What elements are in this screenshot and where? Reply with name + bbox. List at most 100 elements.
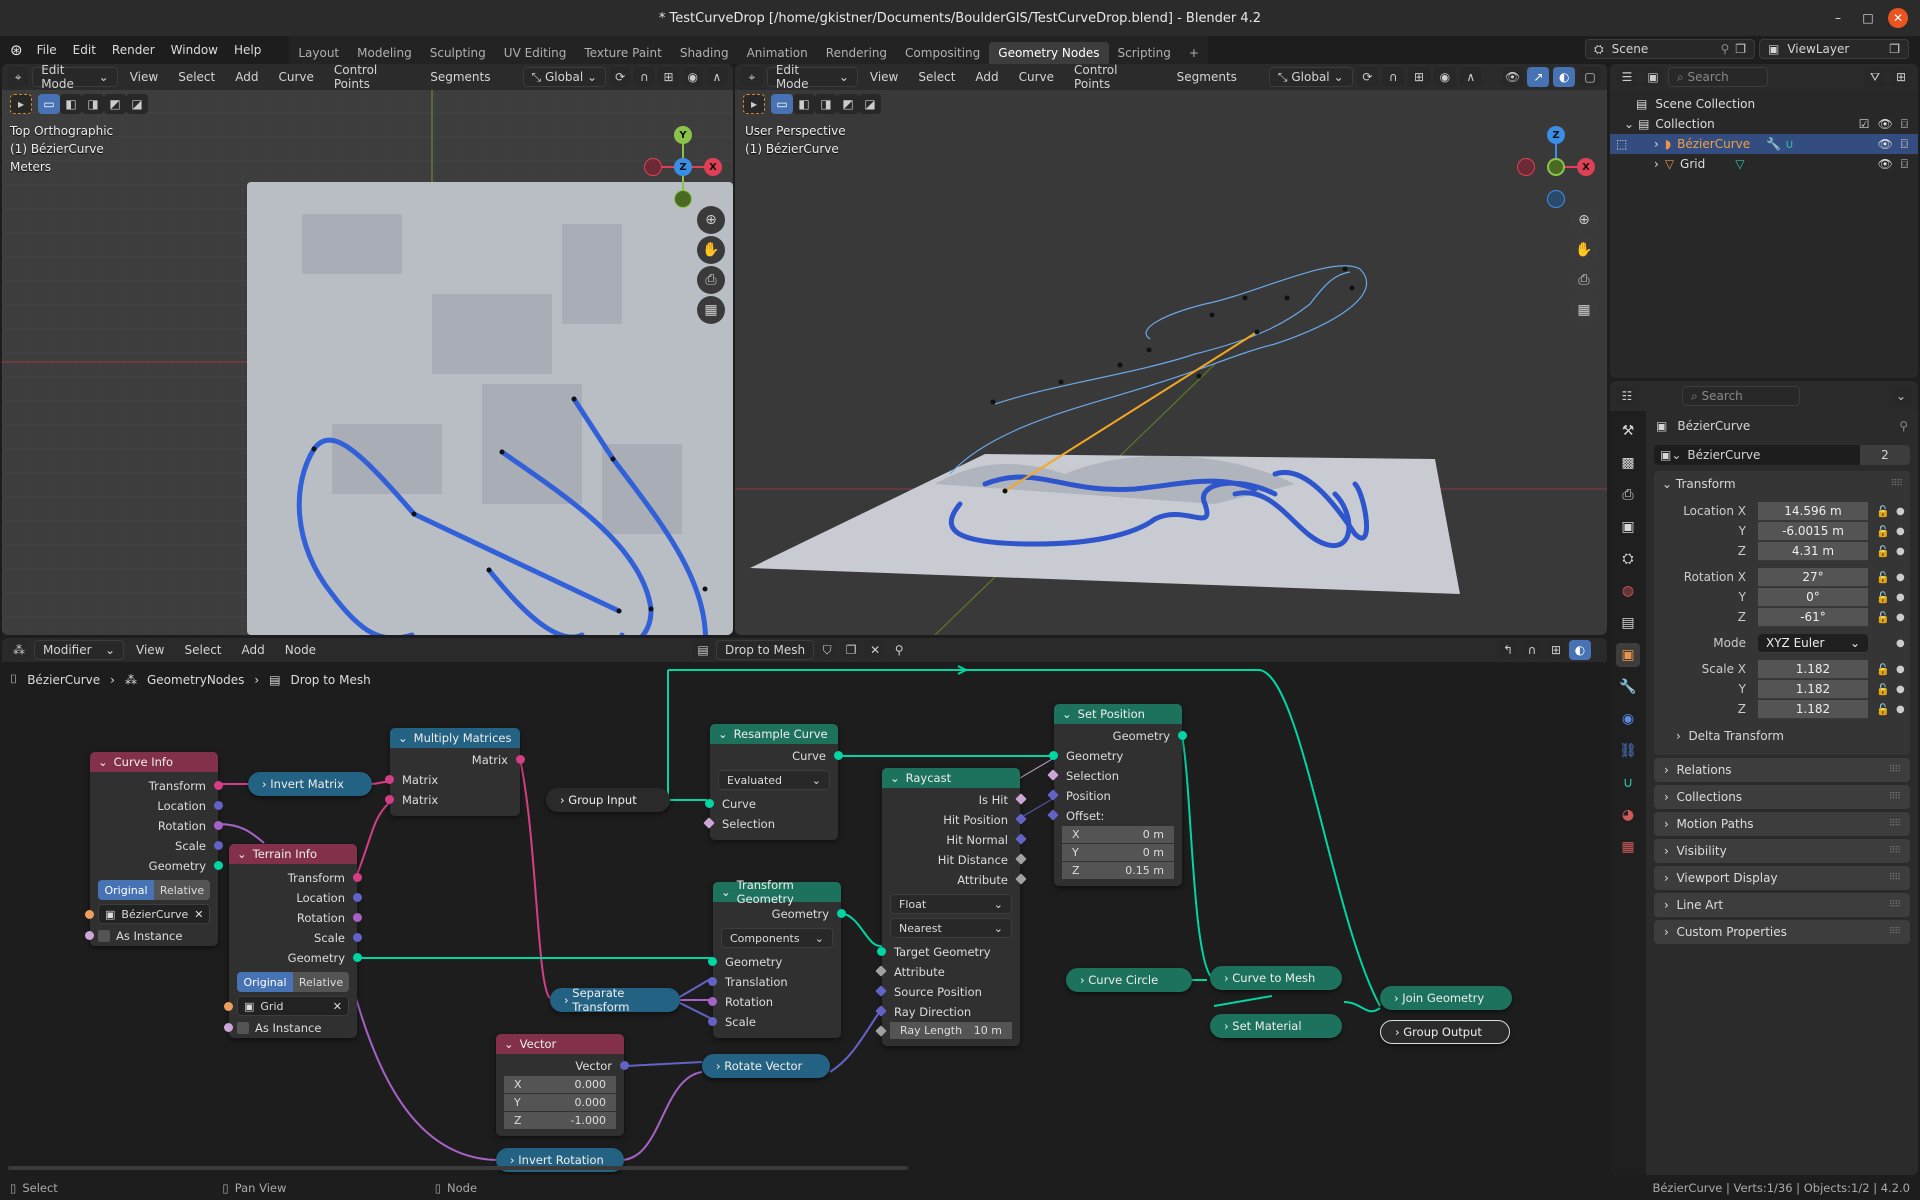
tab-uv-editing[interactable]: UV Editing [495,42,576,64]
keyframe-dot-icon[interactable]: ● [1896,506,1906,517]
rotation-y-field[interactable]: 0° [1758,587,1868,607]
tab-rendering[interactable]: Rendering [817,42,896,64]
select-subtract-icon[interactable]: ◨ [82,94,104,114]
physics-tab-icon[interactable]: ◉ [1616,707,1640,731]
node-rotate-vector[interactable]: › Rotate Vector [702,1054,830,1078]
expand-icon[interactable]: › [716,1059,724,1073]
eye-icon[interactable]: 👁 [1878,157,1893,172]
lock-icon[interactable]: 🔓 [1876,525,1896,538]
tab-shading[interactable]: Shading [671,42,738,64]
pivot-icon[interactable]: ⟳ [610,67,631,87]
drag-handle-icon[interactable]: ⠿⠿ [1889,792,1901,802]
collapse-icon[interactable]: ⌄ [890,771,900,785]
scale-x-field[interactable]: 1.182 [1758,659,1868,679]
node-curve-circle[interactable]: › Curve Circle [1066,968,1192,992]
socket-dot[interactable] [214,841,223,850]
proportional-edit-icon[interactable]: ◉ [1434,67,1456,87]
keyframe-dot-icon[interactable]: ● [1896,526,1906,537]
tab-layout[interactable]: Layout [289,42,348,64]
gizmo-x[interactable]: X [1577,158,1595,176]
keyframe-dot-icon[interactable]: ● [1896,684,1906,695]
render-camera-icon[interactable]: ⌼ [1901,137,1908,152]
orientation-selector[interactable]: ⤡ Global ⌄ [1268,67,1353,87]
select-new-icon[interactable]: ▭ [771,94,793,114]
select-intersect-icon[interactable]: ◪ [859,94,881,114]
tab-modeling[interactable]: Modeling [348,42,421,64]
menu-help[interactable]: Help [226,43,269,57]
falloff-icon[interactable]: ∧ [706,67,728,87]
pin-icon[interactable]: ⚲ [1720,42,1729,56]
camera-icon[interactable]: ⎙ [1570,266,1598,294]
keyframe-dot-icon[interactable]: ● [1896,572,1906,583]
relative-toggle[interactable]: Relative [293,972,349,992]
filter-icon[interactable]: ⛛ [1864,67,1886,87]
texture-tab-icon[interactable]: ▦ [1616,835,1640,859]
menu-add[interactable]: Add [227,67,266,87]
socket-dot[interactable] [705,799,714,808]
vector-y-field[interactable]: Y 0.000 [504,1094,616,1112]
ray-length-field[interactable]: Ray Length 10 m [875,1022,1012,1040]
material-tab-icon[interactable]: ◕ [1616,803,1640,827]
collapse-icon[interactable]: ⌄ [398,731,408,745]
display-mode-icon[interactable]: ☰ [1616,67,1638,87]
menu-file[interactable]: File [29,43,65,57]
location-y-field[interactable]: -6.0015 m [1758,521,1868,541]
menu-render[interactable]: Render [104,43,163,57]
location-z-field[interactable]: 4.31 m [1758,541,1868,561]
socket-dot[interactable] [214,821,223,830]
scale-z-field[interactable]: 1.182 [1758,699,1868,719]
resample-mode-dropdown[interactable]: Evaluated ⌄ [718,770,830,790]
clear-icon[interactable]: ✕ [333,1000,342,1013]
pan-hand-icon[interactable]: ✋ [1570,236,1598,264]
datablock-field[interactable]: ▣⌄ BézierCurve 2 [1654,445,1910,465]
menu-select[interactable]: Select [910,67,963,87]
gizmo-neg-z[interactable] [1547,190,1565,208]
tab-geometry-nodes[interactable]: Geometry Nodes [989,42,1109,64]
transform-panel-header[interactable]: ⌄ Transform ⠿⠿ [1654,471,1910,497]
outliner-collection[interactable]: ⌄ ▤ Collection ☑ 👁 ⌼ [1610,114,1918,134]
menu-view[interactable]: View [122,67,166,87]
collapse-icon[interactable]: ⌄ [721,885,731,899]
navigation-gizmo[interactable]: Z X [1515,124,1595,208]
object-icon[interactable]: ▣⌄ [1654,448,1687,462]
constraints-tab-icon[interactable]: ⛓ [1616,739,1640,763]
gizmo-y[interactable]: Y [674,126,692,144]
panel-collections[interactable]: › Collections ⠿⠿ [1654,785,1910,809]
socket-dot[interactable] [353,873,362,882]
edit-mode-icon[interactable]: ⬚ [1616,137,1627,151]
node-editor[interactable]: ⁂ Modifier ⌄ View Select Add Node ▤ Drop … [2,638,1607,1175]
socket-dot[interactable] [85,910,94,919]
gizmo-x[interactable]: X [704,158,722,176]
camera-icon[interactable]: ⎙ [697,266,725,294]
drag-handle-icon[interactable]: ⠿⠿ [1889,765,1901,775]
lock-icon[interactable]: 🔓 [1876,545,1896,558]
snap-icon[interactable]: ∩ [1382,67,1405,87]
collapse-icon[interactable]: ⌄ [718,727,728,741]
tab-animation[interactable]: Animation [738,42,817,64]
socket-dot[interactable] [1178,731,1187,740]
node-set-position[interactable]: ⌄ Set Position Geometry Geometry Selectio… [1047,704,1187,886]
panel-viewport-display[interactable]: › Viewport Display ⠿⠿ [1654,866,1910,890]
gizmo-z[interactable]: Z [674,158,692,176]
scene-selector[interactable]: ⛭ Scene ⚲ ❐ [1585,39,1755,59]
orientation-selector[interactable]: ⤡ Global ⌄ [522,67,607,87]
expand-icon[interactable]: › [510,1153,518,1167]
mode-selector[interactable]: Edit Mode ⌄ [766,64,858,91]
socket-dot[interactable] [516,755,525,764]
chevron-right-icon[interactable]: › [1654,137,1659,151]
eye-icon[interactable]: 👁 [1878,117,1893,132]
filter-view-layer-icon[interactable]: ▣ [1642,67,1664,87]
node-vector[interactable]: ⌄ Vector Vector X 0.000 Y 0.000 Z -1.000 [496,1034,629,1136]
expand-icon[interactable]: › [1395,1025,1403,1039]
panel-line-art[interactable]: › Line Art ⠿⠿ [1654,893,1910,917]
gizmo-neg-x[interactable] [644,158,662,176]
node-transform-geometry[interactable]: ⌄ Transform Geometry Geometry Components ⌄… [708,878,846,1038]
close-button[interactable]: ✕ [1888,8,1908,28]
outliner-search[interactable]: ⌕ Search [1668,67,1768,87]
scene-tab-icon[interactable]: ⛭ [1616,547,1640,571]
rotation-z-field[interactable]: -61° [1758,607,1868,627]
menu-control-points[interactable]: Control Points [1066,64,1165,91]
eye-icon[interactable]: 👁 [1878,137,1893,152]
socket-dot[interactable] [1049,751,1058,760]
navigation-gizmo[interactable]: Y Z X [642,124,722,208]
